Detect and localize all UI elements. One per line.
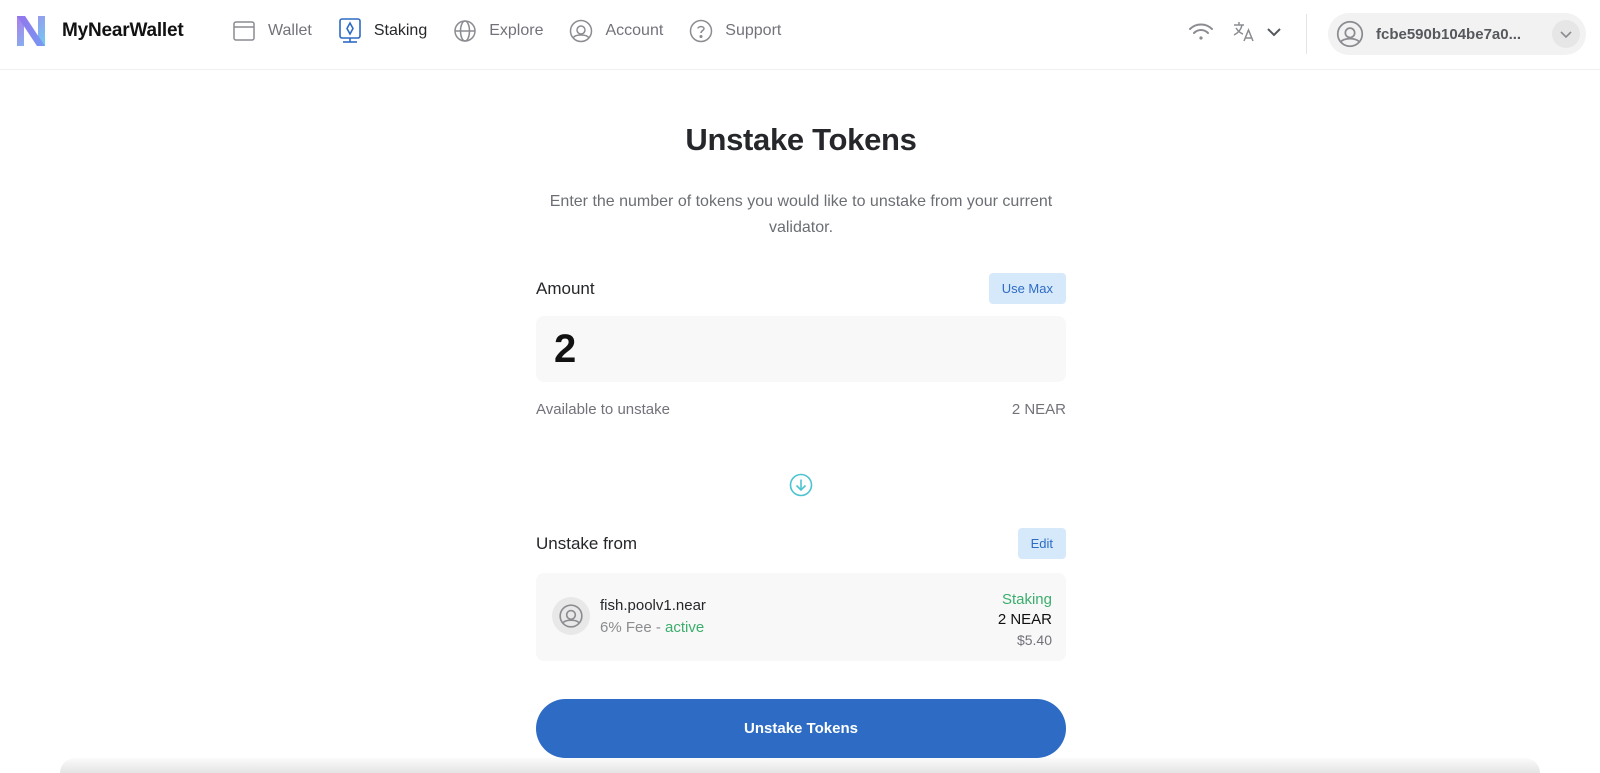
edit-validator-button[interactable]: Edit <box>1017 528 1066 559</box>
validator-name: fish.poolv1.near <box>600 597 706 614</box>
account-icon <box>570 19 593 43</box>
nav-item-account[interactable]: Account <box>569 19 663 43</box>
page-description: Enter the number of tokens you would lik… <box>549 193 1053 236</box>
nav-label-account: Account <box>605 22 664 39</box>
nav-item-support[interactable]: Support <box>689 19 781 43</box>
staked-amount: 2 NEAR <box>997 611 1052 628</box>
bottom-edge-shadow <box>60 758 1540 773</box>
staking-label: Staking <box>1001 591 1052 608</box>
account-id: fcbe590b104be7a0... <box>1376 25 1522 43</box>
page-title: Unstake Tokens <box>685 122 917 157</box>
top-navigation-bar: MyNearWallet Wallet Staking Explore Acco… <box>0 0 1600 70</box>
amount-field[interactable] <box>536 316 1066 382</box>
validator-status: active <box>665 619 705 636</box>
unstake-from-header: Unstake from Edit <box>536 528 1066 559</box>
staked-usd: $5.40 <box>1016 632 1052 648</box>
arrow-down-circle-icon <box>789 473 813 497</box>
globe-icon <box>454 20 476 42</box>
validator-fee: 6% Fee - active <box>600 619 704 636</box>
use-max-button[interactable]: Use Max <box>988 273 1066 304</box>
brand-logo[interactable]: MyNearWallet <box>14 12 184 50</box>
nav-item-explore[interactable]: Explore <box>453 19 543 43</box>
amount-header: Amount Use Max <box>536 273 1066 304</box>
nav-label-wallet: Wallet <box>268 22 312 39</box>
language-selector[interactable] <box>1232 20 1282 44</box>
translate-icon <box>1233 22 1254 42</box>
validator-avatar <box>552 597 590 635</box>
unstake-tokens-button[interactable]: Unstake Tokens <box>536 699 1066 758</box>
amount-input[interactable] <box>554 326 1034 372</box>
validator-balance: Staking 2 NEAR $5.40 <box>998 590 1052 650</box>
available-label: Available to unstake <box>536 401 670 418</box>
nav-item-staking[interactable]: Staking <box>338 18 427 44</box>
account-dropdown-toggle[interactable] <box>1552 20 1580 48</box>
wifi-icon[interactable] <box>1188 20 1214 44</box>
header-tools <box>1188 20 1282 44</box>
mynearwallet-logo-icon <box>17 16 45 46</box>
brand-name: MyNearWallet <box>62 20 184 41</box>
available-value: 2 NEAR <box>1011 401 1066 418</box>
avatar-icon <box>1336 20 1364 48</box>
available-to-unstake: Available to unstake 2 NEAR <box>536 401 1066 418</box>
nav-label-staking: Staking <box>373 22 428 39</box>
nav-label-explore: Explore <box>489 22 544 39</box>
arrow-divider <box>536 473 1066 497</box>
chevron-down-icon <box>1560 30 1572 38</box>
validator-avatar-icon <box>559 604 583 628</box>
unstake-from-label: Unstake from <box>536 533 638 553</box>
nav-label-support: Support <box>725 22 782 39</box>
unstake-form: Unstake Tokens Enter the number of token… <box>536 70 1066 758</box>
wallet-icon <box>233 21 255 41</box>
main-nav: Wallet Staking Explore Account Support <box>232 18 807 44</box>
chevron-down-icon <box>1267 28 1281 37</box>
amount-label: Amount <box>536 278 595 298</box>
nav-item-wallet[interactable]: Wallet <box>232 19 312 43</box>
header-divider <box>1306 14 1307 54</box>
account-switcher[interactable]: fcbe590b104be7a0... <box>1328 13 1586 55</box>
validator-card[interactable]: fish.poolv1.near 6% Fee - active Staking… <box>536 573 1066 661</box>
help-icon <box>690 19 713 43</box>
validator-fee-text: 6% Fee - <box>600 619 666 636</box>
staking-icon <box>339 18 361 43</box>
